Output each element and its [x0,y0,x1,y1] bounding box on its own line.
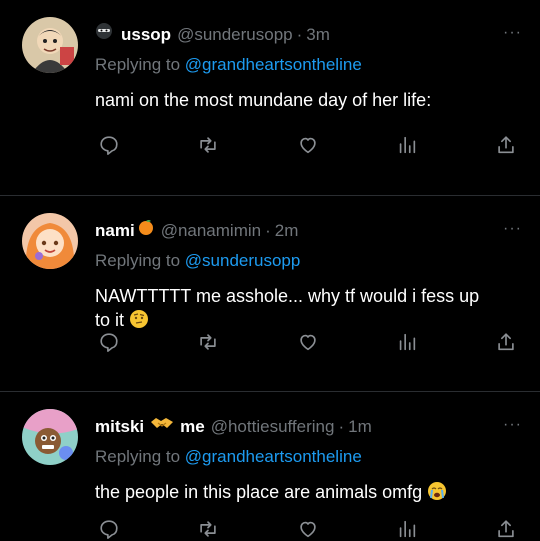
replying-to-label: Replying to [95,447,185,466]
tweet-text: the people in this place are animals omf… [95,480,522,504]
replying-to: Replying to @grandheartsontheline [95,54,522,76]
mention-link[interactable]: @sunderusopp [185,251,301,270]
loudly-crying-emoji-icon [427,481,447,501]
ninja-emoji-icon [95,22,113,46]
replying-to: Replying to @grandheartsontheline [95,446,522,468]
reply-icon[interactable] [97,517,121,541]
like-icon[interactable] [296,330,320,354]
tweet-text-line-1: NAWTTTTT me asshole... why tf would i fe… [95,286,480,306]
mention-link[interactable]: @grandheartsontheline [185,447,362,466]
tweet-2[interactable]: nami @nanamimin · 2m ··· Replying to @su… [0,196,540,392]
display-name-suffix[interactable]: me [180,416,205,438]
user-handle[interactable]: @hottiesuffering [211,416,335,438]
retweet-icon[interactable] [196,517,220,541]
tweet-content: nami @nanamimin · 2m ··· Replying to @su… [95,218,522,332]
action-bar [97,330,518,354]
retweet-icon[interactable] [196,133,220,157]
separator-dot: · [296,25,303,44]
user-handle[interactable]: @sunderusopp [177,24,293,46]
display-name[interactable]: nami [95,220,135,242]
reply-icon[interactable] [97,133,121,157]
timestamp[interactable]: 2m [275,220,299,242]
tangerine-emoji-icon [137,218,155,242]
replying-to-label: Replying to [95,55,185,74]
share-icon[interactable] [494,133,518,157]
display-name[interactable]: mitski [95,416,144,438]
tweet-content: ussop @sunderusopp · 3m ··· Replying to … [95,22,522,112]
reply-icon[interactable] [97,330,121,354]
mention-link[interactable]: @grandheartsontheline [185,55,362,74]
tweet-text: nami on the most mundane day of her life… [95,90,432,110]
retweet-icon[interactable] [196,330,220,354]
action-bar [97,517,518,541]
tweet-text-line: the people in this place are animals omf… [95,482,423,502]
share-icon[interactable] [494,517,518,541]
handshake-emoji-icon [150,414,174,438]
replying-to: Replying to @sunderusopp [95,250,522,272]
like-icon[interactable] [296,517,320,541]
separator-dot: · [265,221,271,240]
more-options-button[interactable]: ··· [503,24,522,42]
timestamp[interactable]: 3m [306,24,330,46]
more-options-button[interactable]: ··· [503,220,522,238]
analytics-icon[interactable] [395,517,419,541]
timestamp[interactable]: 1m [348,416,372,438]
avatar[interactable] [22,213,78,269]
share-icon[interactable] [494,330,518,354]
replying-to-label: Replying to [95,251,185,270]
raised-eyebrow-emoji-icon [129,309,149,329]
avatar[interactable] [22,17,78,73]
tweet-content: mitski me @hottiesuffering · 1m ··· Repl… [95,414,522,504]
tweet-3[interactable]: mitski me @hottiesuffering · 1m ··· Repl… [0,392,540,541]
tweet-text-line-2: to it [95,310,125,330]
display-name[interactable]: ussop [121,24,171,46]
user-handle[interactable]: @nanamimin [161,220,261,242]
tweet-1[interactable]: ussop @sunderusopp · 3m ··· Replying to … [0,0,540,196]
separator-dot: · [338,417,345,436]
analytics-icon[interactable] [395,133,419,157]
tweet-header: ussop @sunderusopp · 3m [95,22,522,46]
analytics-icon[interactable] [395,330,419,354]
more-options-button[interactable]: ··· [503,416,522,434]
tweet-text: NAWTTTTT me asshole... why tf would i fe… [95,284,522,332]
like-icon[interactable] [296,133,320,157]
tweet-header: nami @nanamimin · 2m [95,218,522,242]
avatar[interactable] [22,409,78,465]
action-bar [97,133,518,157]
tweet-header: mitski me @hottiesuffering · 1m [95,414,522,438]
